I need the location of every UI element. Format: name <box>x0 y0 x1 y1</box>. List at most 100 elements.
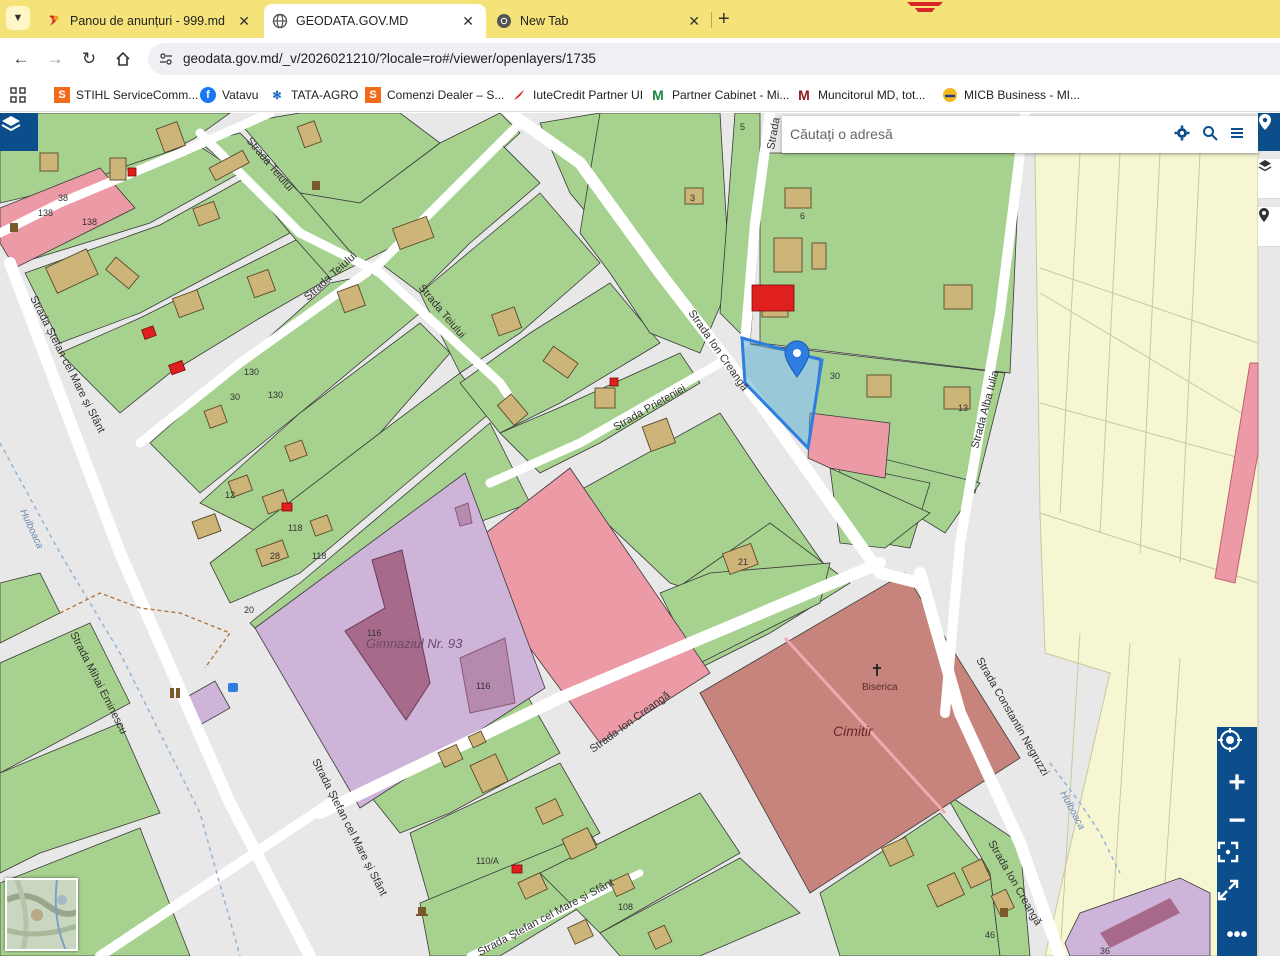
reload-button[interactable]: ↻ <box>78 48 100 70</box>
bookmark-label: MICB Business - MI... <box>964 88 1081 102</box>
search-button[interactable] <box>1202 125 1220 143</box>
overview-minimap[interactable] <box>5 878 78 951</box>
tab-title: New Tab <box>520 14 569 28</box>
close-tab-icon[interactable]: ✕ <box>462 13 474 30</box>
expand-icon <box>1217 879 1239 901</box>
tab-title: Panou de anunțuri - 999.md <box>70 14 225 28</box>
house-number: 30 <box>230 392 240 402</box>
fullscreen-button[interactable] <box>1217 841 1257 877</box>
house-number: 118 <box>312 551 326 561</box>
search-icon <box>1203 126 1218 141</box>
house-number: 28 <box>270 551 280 561</box>
back-button[interactable]: ← <box>10 48 32 70</box>
house-number: 118 <box>288 523 302 533</box>
house-number: 36 <box>1100 946 1110 956</box>
tab-separator <box>711 12 712 28</box>
house-number: 110/A <box>476 856 499 866</box>
school-label: Gimnaziul Nr. 93 <box>366 636 463 651</box>
site-info-icon[interactable] <box>158 51 174 67</box>
locate-icon <box>1218 728 1242 752</box>
tab-999[interactable]: Panou de anunțuri - 999.md ✕ <box>38 4 262 38</box>
layers-panel-button[interactable] <box>1258 159 1280 199</box>
browser-toolbar: ← → ↻ geodata.gov.md/_v/2026021210/?loca… <box>0 38 1280 80</box>
globe-icon <box>272 13 288 29</box>
home-button[interactable] <box>112 48 134 70</box>
m-logo-icon: M <box>798 87 810 103</box>
url-text[interactable]: geodata.gov.md/_v/2026021210/?locale=ro#… <box>183 51 596 66</box>
map-canvas[interactable]: Strada Teiului Strada Teiului Strada Tei… <box>0 113 1280 956</box>
bookmark-comenzi-dealer[interactable]: S Comenzi Dealer – S... <box>365 87 504 103</box>
house-number: 108 <box>618 902 633 912</box>
house-number: 21 <box>738 557 748 567</box>
church-label: Biserica <box>862 682 898 693</box>
bookmark-label: Muncitorul MD, tot... <box>818 88 926 102</box>
right-panel <box>1258 113 1280 263</box>
zoom-out-button[interactable]: − <box>1217 803 1257 839</box>
address-bar[interactable]: geodata.gov.md/_v/2026021210/?locale=ro#… <box>148 43 1280 75</box>
shop-icon <box>312 181 320 190</box>
chevron-down-icon: ▼ <box>12 12 24 24</box>
hamburger-menu-icon <box>1231 128 1243 138</box>
bookmark-partner-cabinet[interactable]: M Partner Cabinet - Mi... <box>650 87 789 103</box>
bookmark-vatavu[interactable]: f Vatavu <box>200 87 258 103</box>
house-number: 138 <box>82 217 97 227</box>
new-tab-button[interactable]: + <box>718 8 730 31</box>
house-number: 116 <box>476 681 490 691</box>
house-number: 12 <box>225 490 235 500</box>
layers-button[interactable] <box>0 113 38 151</box>
address-search-input[interactable] <box>790 124 1170 144</box>
house-number: 46 <box>985 930 995 940</box>
bookmark-micb[interactable]: MICB Business - MI... <box>942 87 1080 103</box>
tab-search-button[interactable]: ▼ <box>6 6 30 30</box>
apps-grid-icon <box>10 87 26 103</box>
bookmark-label: STIHL ServiceComm... <box>76 88 199 102</box>
tab-new-tab[interactable]: New Tab ✕ <box>490 4 712 38</box>
layers-icon <box>1 116 21 132</box>
shop-icon <box>10 223 18 232</box>
cemetery-label: Cimitir <box>833 723 874 739</box>
locate-button[interactable] <box>1217 727 1257 763</box>
extent-button[interactable] <box>1217 879 1257 915</box>
close-tab-icon[interactable]: ✕ <box>688 13 700 30</box>
tab-bar: ▼ Panou de anunțuri - 999.md ✕ GEODATA.G… <box>0 0 1280 38</box>
bookmark-label: TATA-AGRO <box>291 88 359 102</box>
gear-icon <box>1174 125 1190 141</box>
house-number: 20 <box>244 605 254 615</box>
more-icon: ••• <box>1226 923 1248 946</box>
location-panel-button[interactable] <box>1258 113 1280 151</box>
bookmark-tata-agro[interactable]: ✻ TATA-AGRO <box>269 87 358 103</box>
iutecredit-icon <box>511 87 527 103</box>
house-number: 6 <box>800 211 805 221</box>
address-search[interactable] <box>782 116 1258 153</box>
house-number: 30 <box>830 371 840 381</box>
close-tab-icon[interactable]: ✕ <box>238 13 250 30</box>
marker-panel-button[interactable] <box>1258 207 1280 247</box>
zoom-in-button[interactable]: + <box>1217 765 1257 801</box>
shop-icon <box>1000 908 1008 917</box>
bookmark-label: Comenzi Dealer – S... <box>387 88 505 102</box>
menu-button[interactable] <box>1229 125 1247 143</box>
bookmark-muncitorul[interactable]: M Muncitorul MD, tot... <box>796 87 925 103</box>
brand-logo-icon <box>907 2 943 12</box>
map-viewer[interactable]: Strada Teiului Strada Teiului Strada Tei… <box>0 113 1280 956</box>
m-logo-icon: M <box>652 87 664 103</box>
bookmark-stihl[interactable]: S STIHL ServiceComm... <box>54 87 198 103</box>
gear-logo-icon: ✻ <box>272 89 282 102</box>
bookmarks-bar: S STIHL ServiceComm... f Vatavu ✻ TATA-AGRO… <box>0 80 1280 112</box>
arrow-right-icon: → <box>46 49 64 68</box>
stihl-icon: S <box>54 87 70 103</box>
apps-button[interactable] <box>10 87 26 103</box>
forward-button[interactable]: → <box>44 48 66 70</box>
tab-title: GEODATA.GOV.MD <box>296 14 409 28</box>
settings-button[interactable] <box>1174 125 1192 143</box>
fullscreen-icon <box>1217 841 1239 863</box>
map-controls: + − ••• <box>1217 727 1257 956</box>
house-number: 130 <box>244 367 259 377</box>
micb-icon <box>942 87 958 103</box>
house-number: 38 <box>58 193 68 203</box>
more-button[interactable]: ••• <box>1217 917 1257 953</box>
chrome-icon <box>496 13 512 29</box>
house-number: 130 <box>268 390 283 400</box>
bookmark-iutecredit[interactable]: IuteCredit Partner UI <box>511 87 643 103</box>
tab-geodata[interactable]: GEODATA.GOV.MD ✕ <box>264 4 486 38</box>
